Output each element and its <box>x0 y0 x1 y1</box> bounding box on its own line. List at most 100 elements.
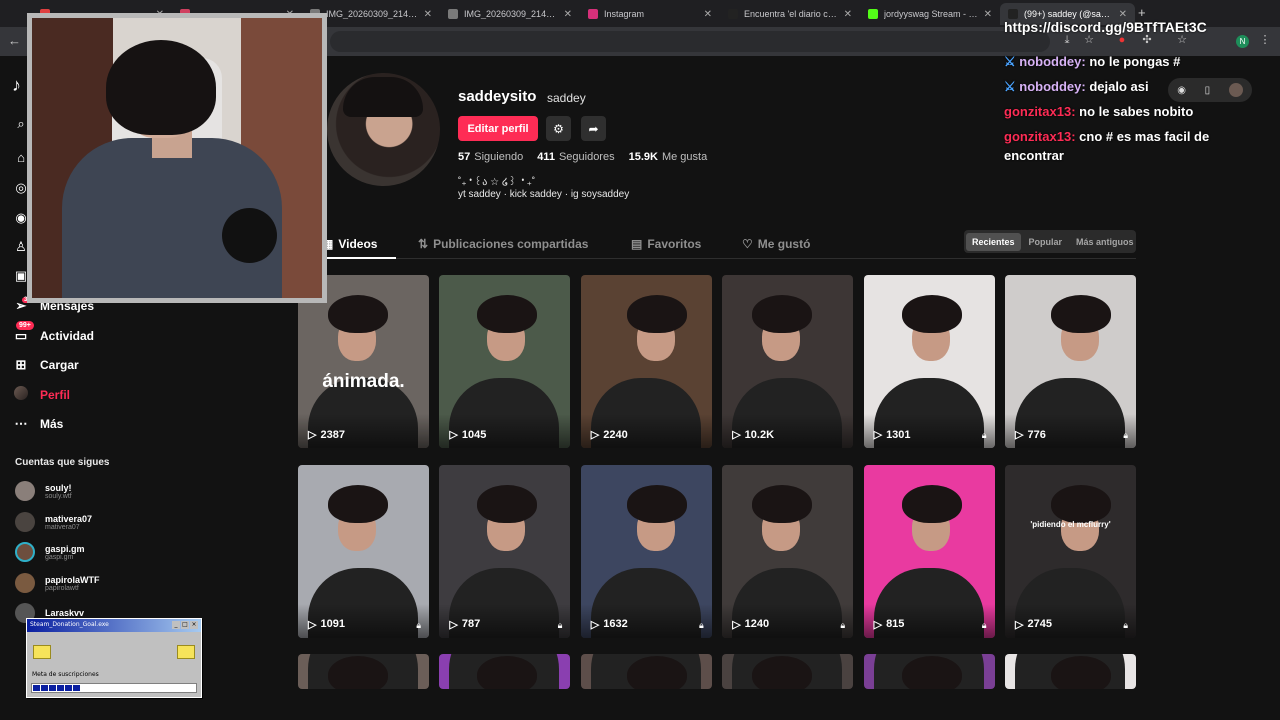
following-account[interactable]: mativera07 mativera07 <box>15 512 92 532</box>
chat-text: no le pongas # <box>1089 54 1181 69</box>
tiktok-logo-icon[interactable]: ♪ <box>12 75 21 96</box>
tab-reposts[interactable]: ⇅ Publicaciones compartidas <box>418 237 588 251</box>
puzzle-icon[interactable]: ✣ <box>1140 33 1154 47</box>
sidebar-item-more[interactable]: ⋯ Más <box>14 416 64 432</box>
new-tab-icon[interactable]: + <box>1138 5 1146 20</box>
window-controls: _ □ × <box>171 621 198 630</box>
extension-icon[interactable]: ● <box>1115 33 1129 47</box>
browser-tab[interactable]: Encuentra 'el diario carlo… ✕ <box>720 3 860 25</box>
sidebar-item-activity[interactable]: ▭ Actividad <box>14 328 94 344</box>
address-bar[interactable] <box>330 31 1050 52</box>
video-thumbnail[interactable]: ▷ 1091 🔒︎ <box>298 464 429 638</box>
phone-icon[interactable]: ▯ <box>1205 85 1211 96</box>
edit-profile-button[interactable]: Editar perfil <box>458 116 538 141</box>
video-thumbnail[interactable] <box>863 654 995 689</box>
play-icon: ▷ <box>590 429 600 441</box>
widget-titlebar: Steam_Donation_Goal.exe _ □ × <box>27 619 201 632</box>
close-icon[interactable]: ✕ <box>1119 9 1127 20</box>
tab-liked[interactable]: ♡ Me gustó <box>742 237 810 251</box>
profile-avatar[interactable] <box>327 73 440 186</box>
video-thumbnail[interactable] <box>298 654 429 689</box>
share-button[interactable]: ➦ <box>581 116 606 141</box>
play-icon: ▷ <box>308 429 317 441</box>
view-count-text: 776 <box>1027 428 1046 441</box>
person-hair <box>1051 295 1111 333</box>
video-thumbnail[interactable] <box>722 654 854 689</box>
play-icon: ▷ <box>873 618 883 631</box>
chat-colon: : <box>1071 104 1076 119</box>
profile-nickname: saddey <box>547 91 586 105</box>
video-thumbnail[interactable]: ▷ 776 🔒︎ <box>1005 275 1136 448</box>
more-icon: ⋯ <box>14 416 28 431</box>
tiktok-icon <box>1008 9 1018 19</box>
video-thumbnail[interactable]: ▷ 1301 🔒︎ <box>863 275 995 448</box>
likes-count: 15.9K <box>628 151 658 163</box>
view-count-text: 815 <box>886 618 905 630</box>
following-account[interactable]: souly! souly.wtf <box>15 481 72 501</box>
chat-message: gonzitax13: cno # es mas facil de encont… <box>1004 127 1244 165</box>
browser-profile-avatar[interactable]: N <box>1236 35 1249 48</box>
video-thumbnail[interactable]: ▷ 787 🔒︎ <box>439 464 571 638</box>
close-icon[interactable]: ✕ <box>424 9 432 20</box>
view-count: ▷ 2745 <box>1015 618 1052 631</box>
video-thumbnail[interactable]: ▷ 1240 🔒︎ <box>722 464 854 638</box>
coins-icon[interactable]: ◉ <box>1177 85 1186 96</box>
play-icon: ▷ <box>449 429 458 441</box>
video-thumbnail[interactable]: ▷ 10.2K <box>722 275 854 448</box>
user-avatar[interactable] <box>1228 83 1243 97</box>
settings-button[interactable]: ⚙ <box>546 116 571 141</box>
repost-icon: ⇅ <box>418 237 429 251</box>
sidebar-item-label: Cargar <box>40 358 79 372</box>
following-account[interactable]: papirolaWTF papirolawtf <box>15 573 100 593</box>
video-thumbnail[interactable]: ▷ 1632 🔒︎ <box>580 464 712 638</box>
progress-block <box>49 685 56 691</box>
video-thumbnail[interactable]: ▷ 1045 <box>439 275 571 448</box>
close-icon[interactable]: ✕ <box>984 9 992 20</box>
sidebar-item-upload[interactable]: ⊞ Cargar <box>14 357 79 373</box>
play-icon: ▷ <box>308 618 317 631</box>
star-icon[interactable]: ☆ <box>1175 33 1189 47</box>
back-arrow-icon[interactable]: ← <box>8 33 21 48</box>
tab-videos[interactable]: ▦ Videos <box>322 237 377 251</box>
person-hair <box>752 484 813 523</box>
account-name: mativera07 <box>45 513 93 524</box>
chat-text: dejalo asi <box>1089 79 1149 94</box>
sidebar-item-profile[interactable]: Perfil <box>14 386 70 403</box>
chat-colon: : <box>1081 54 1086 69</box>
account-handle: papirolawtf <box>45 584 79 592</box>
video-thumbnail[interactable]: ▷ 2240 <box>580 275 712 448</box>
widget-title: Steam_Donation_Goal.exe <box>30 621 109 628</box>
sort-recent-button[interactable]: Recientes <box>966 232 1021 251</box>
followers-stat[interactable]: 411 Seguidores <box>537 151 614 163</box>
account-name: souly! <box>45 482 72 493</box>
bookmark-star-icon[interactable]: ☆ <box>1082 33 1096 47</box>
browser-tab[interactable]: Instagram ✕ <box>580 3 720 25</box>
close-icon[interactable]: ✕ <box>704 9 712 20</box>
sort-oldest-button[interactable]: Más antiguos <box>1070 233 1140 251</box>
menu-dots-icon[interactable]: ⋮ <box>1258 33 1272 47</box>
browser-tab[interactable]: IMG_20260309_214522.jpg ✕ <box>440 3 580 25</box>
browser-tab[interactable]: jordyyswag Stream - Wat… ✕ <box>860 3 1000 25</box>
video-thumbnail[interactable] <box>439 654 571 689</box>
account-handle: souly.wtf <box>45 492 72 500</box>
following-account[interactable]: gaspi.gm gaspi.gm <box>15 542 85 562</box>
following-stat[interactable]: 57 Siguiendo <box>458 151 523 163</box>
profile-stats: 57 Siguiendo 411 Seguidores 15.9K Me gusta <box>458 151 707 163</box>
likes-label: Me gusta <box>661 151 708 163</box>
video-thumbnail[interactable]: ▷ 815 🔒︎ <box>863 464 995 638</box>
goal-progress-fill <box>33 685 195 691</box>
play-icon: ▷ <box>1015 429 1024 441</box>
tiktok-icon <box>728 9 738 19</box>
video-thumbnail[interactable] <box>580 654 712 689</box>
close-icon[interactable]: ✕ <box>564 9 572 20</box>
account-name: gaspi.gm <box>45 543 85 554</box>
video-thumbnail[interactable]: 'pidiendo el mcflurry' ▷ 2745 🔒︎ <box>1005 464 1136 638</box>
close-icon: × <box>190 621 198 629</box>
tab-favorites[interactable]: ▤ Favoritos <box>631 237 701 251</box>
video-thumbnail[interactable] <box>1005 654 1136 689</box>
install-icon[interactable]: ⤓ <box>1060 33 1074 47</box>
close-icon[interactable]: ✕ <box>844 9 852 20</box>
person-hair <box>752 656 813 689</box>
sort-popular-button[interactable]: Popular <box>1023 233 1069 251</box>
view-count: ▷ 1045 <box>449 428 486 442</box>
